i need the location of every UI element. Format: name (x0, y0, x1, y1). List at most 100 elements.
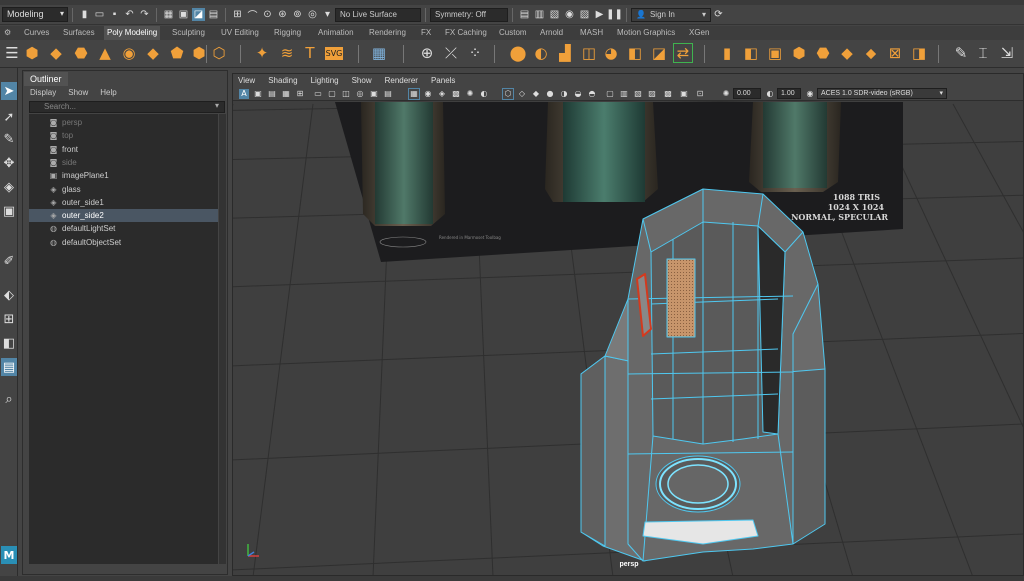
hud-icon[interactable]: ▥ (619, 89, 629, 99)
insert-edge-loop-icon[interactable]: ◧ (742, 44, 760, 62)
triangulate-icon[interactable]: ⇄ (673, 43, 693, 63)
svg-tool-icon[interactable]: SVG (325, 47, 343, 60)
type-tool-icon[interactable]: T (301, 44, 319, 62)
multi-cut-icon[interactable]: ▮ (718, 44, 736, 62)
gate-mask-icon[interactable]: ◫ (341, 89, 351, 99)
shelf-tab-fx[interactable]: FX (421, 26, 431, 40)
bevel-icon[interactable]: ▟ (556, 44, 574, 62)
shelf-tab-uv-editing[interactable]: UV Editing (221, 26, 259, 40)
exposure-icon[interactable]: ✺ (721, 89, 731, 99)
outliner-layout-icon[interactable]: ▤ (1, 358, 17, 376)
shelf-tab-fx-caching[interactable]: FX Caching (445, 26, 487, 40)
scale-tool-icon[interactable]: ▣ (1, 202, 17, 220)
bridge-icon[interactable]: ◐ (532, 44, 550, 62)
super-shape-icon[interactable]: ✦ (253, 44, 271, 62)
safe-title-icon[interactable]: ▤ (383, 89, 393, 99)
ipr-render-icon[interactable]: ▥ (533, 8, 546, 21)
smooth-icon[interactable]: ◫ (580, 44, 598, 62)
render-frame-icon[interactable]: ▤ (518, 8, 531, 21)
flip-icon[interactable]: ◨ (910, 44, 928, 62)
redo-icon[interactable]: ↷ (138, 8, 151, 21)
image-plane-icon[interactable]: ▦ (281, 89, 291, 99)
snap-surface-icon[interactable]: ⊚ (291, 8, 304, 21)
gamma-field[interactable]: 1.00 (777, 88, 801, 99)
outliner-item-outer_side2[interactable]: ◈ outer_side2 (29, 209, 218, 223)
xray-components-icon[interactable]: ◆ (531, 89, 541, 99)
shelf-tab-sculpting[interactable]: Sculpting (172, 26, 205, 40)
snap-options-icon[interactable]: ▾ (321, 8, 334, 21)
outliner-item-glass[interactable]: ◈ glass (29, 183, 218, 196)
isolate-select-icon[interactable]: ▢ (605, 89, 615, 99)
modeling-toolkit-icon[interactable]: ▦ (370, 44, 388, 62)
poke-face-icon[interactable]: ⬣ (814, 44, 832, 62)
chevron-down-icon[interactable]: ▾ (215, 101, 219, 110)
poly-cylinder-icon[interactable]: ⬣ (72, 44, 90, 62)
toggle-lights-icon[interactable]: ▨ (647, 89, 657, 99)
sculpt-brush-icon[interactable]: ✎ (952, 44, 970, 62)
wireframe-on-shaded-icon[interactable]: ◈ (437, 89, 447, 99)
viewport-menu-lighting[interactable]: Lighting (311, 74, 339, 87)
outliner-scrollbar[interactable] (219, 114, 226, 564)
shelf-tab-curves[interactable]: Curves (24, 26, 49, 40)
toggle-shading-icon[interactable]: ▧ (633, 89, 643, 99)
mirror-icon[interactable]: ◕ (602, 44, 620, 62)
outliner-menu-display[interactable]: Display (30, 86, 56, 99)
move-tool-icon[interactable]: ✥ (1, 154, 17, 172)
depth-of-field-icon[interactable]: ◓ (587, 89, 597, 99)
viewport-panel[interactable]: View Shading Lighting Show Renderer Pane… (232, 73, 1024, 576)
smooth-shade-icon[interactable]: ◉ (423, 89, 433, 99)
separate-icon[interactable]: ◧ (626, 44, 644, 62)
snap-point-icon[interactable]: ⊙ (261, 8, 274, 21)
shelf-tab-motion-graphics[interactable]: Motion Graphics (617, 26, 675, 40)
render-view-icon[interactable]: ▨ (578, 8, 591, 21)
live-surface-field[interactable]: No Live Surface (335, 7, 421, 22)
view-transform-dropdown[interactable]: ACES 1.0 SDR-video (sRGB) ▾ (817, 88, 947, 99)
grid-icon[interactable]: ⊞ (295, 89, 305, 99)
transform-constraint-icon[interactable]: ⊕ (418, 44, 436, 62)
poly-cube-icon[interactable]: ◆ (47, 44, 65, 62)
search-icon[interactable]: ⌕ (1, 390, 17, 408)
field-chart-icon[interactable]: ◎ (355, 89, 365, 99)
outliner-item-imagePlane1[interactable]: ▣ imagePlane1 (29, 169, 218, 182)
undo-icon[interactable]: ↶ (123, 8, 136, 21)
exposure-field[interactable]: 0.00 (733, 88, 761, 99)
toggle-cameras-icon[interactable]: ▣ (679, 89, 689, 99)
shelf-tab-surfaces[interactable]: Surfaces (63, 26, 95, 40)
select-mode-icon[interactable]: ▤ (207, 8, 220, 21)
poly-torus-icon[interactable]: ◉ (120, 44, 138, 62)
select-object-icon[interactable]: ▣ (177, 8, 190, 21)
poly-disc-icon[interactable]: ⬟ (168, 44, 186, 62)
shelf-tab-rendering[interactable]: Rendering (369, 26, 406, 40)
snap-live-icon[interactable]: ◎ (306, 8, 319, 21)
wireframe-icon[interactable]: ▦ (408, 88, 420, 100)
pause-icon[interactable]: ❚❚ (606, 8, 623, 21)
fill-hole-icon[interactable]: ◪ (650, 44, 668, 62)
outliner-item-top[interactable]: ◙ top (29, 129, 218, 142)
shelf-tab-arnold[interactable]: Arnold (540, 26, 563, 40)
lasso-tool-icon[interactable]: ➚ (1, 108, 17, 126)
single-layout-icon[interactable]: ⬖ (1, 286, 17, 304)
shelf-tab-mash[interactable]: MASH (580, 26, 603, 40)
shelf-tab-xgen[interactable]: XGen (689, 26, 709, 40)
outliner-item-side[interactable]: ◙ side (29, 156, 218, 169)
append-polygon-icon[interactable]: ⬢ (790, 44, 808, 62)
outliner-item-defaultObjectSet[interactable]: ◍ defaultObjectSet (29, 236, 218, 249)
hypershade-icon[interactable]: ◉ (563, 8, 576, 21)
color-management-icon[interactable]: ◉ (805, 89, 815, 99)
gamma-icon[interactable]: ◐ (765, 89, 775, 99)
outliner-menu-help[interactable]: Help (100, 86, 116, 99)
toggle-textures-icon[interactable]: ▩ (663, 89, 673, 99)
resolution-gate-icon[interactable]: ▢ (327, 89, 337, 99)
combine-icon[interactable]: ⁘ (466, 44, 484, 62)
poly-cone-icon[interactable]: ▲ (96, 44, 114, 62)
shelf-settings-icon[interactable]: ⚙ (4, 26, 11, 40)
wedge-icon[interactable]: ◆ (838, 44, 856, 62)
outliner-tab[interactable]: Outliner (24, 72, 68, 86)
shelf-tab-rigging[interactable]: Rigging (274, 26, 301, 40)
shelf-tab-poly-modeling[interactable]: Poly Modeling (104, 26, 161, 40)
refresh-icon[interactable]: ⟳ (712, 8, 725, 21)
outliner-item-defaultLightSet[interactable]: ◍ defaultLightSet (29, 222, 218, 235)
merge-icon[interactable]: ⊠ (886, 44, 904, 62)
sign-in-dropdown[interactable]: 👤 Sign In ▾ (631, 7, 711, 22)
outliner-item-outer_side1[interactable]: ◈ outer_side1 (29, 196, 218, 209)
